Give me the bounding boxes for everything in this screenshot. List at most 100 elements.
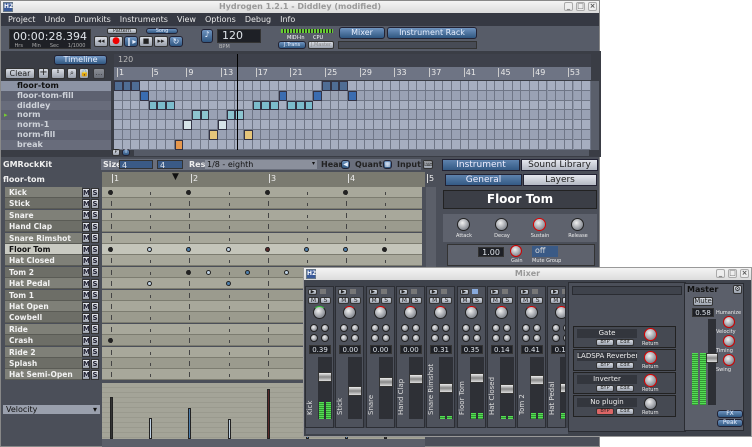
song-cell[interactable] (469, 120, 479, 130)
fx-bypass-button[interactable]: BYP (596, 408, 614, 415)
mute-button[interactable]: M (82, 335, 90, 346)
fx-bypass-button[interactable]: BYP (596, 362, 614, 369)
song-horizontal-scrollbar[interactable] (134, 150, 589, 156)
song-pattern-block[interactable] (174, 139, 184, 150)
song-cell[interactable] (365, 110, 375, 121)
play-sample-button[interactable]: ▶ (398, 289, 408, 295)
solo-button[interactable]: S (320, 297, 331, 304)
volume-fader-handle[interactable] (318, 371, 332, 382)
fx-send-knob[interactable] (381, 324, 390, 332)
draw-mode-button[interactable]: … (93, 68, 105, 79)
song-cell[interactable] (556, 130, 565, 140)
song-cell[interactable] (174, 110, 184, 121)
song-cell[interactable] (452, 81, 461, 91)
fx-send-knob[interactable] (522, 324, 531, 332)
song-cell[interactable] (582, 120, 591, 130)
song-cell[interactable] (348, 110, 357, 121)
zoom-select-icon[interactable]: ⌕ (67, 68, 77, 79)
solo-button[interactable]: S (91, 198, 99, 209)
volume-fader-handle[interactable] (530, 374, 545, 385)
song-cell[interactable] (547, 130, 557, 140)
song-cell[interactable] (252, 130, 262, 140)
instrument-row-hat-closed[interactable]: Hat Closed (5, 255, 82, 267)
song-cell[interactable] (469, 139, 479, 150)
instrument-row-stick[interactable]: Stick (5, 198, 82, 210)
song-pattern-block[interactable] (218, 120, 227, 130)
song-cell[interactable] (148, 110, 158, 121)
song-pattern-block[interactable] (348, 90, 357, 101)
fader-track[interactable] (469, 357, 484, 419)
mixer-horizontal-scrollbar[interactable] (306, 428, 568, 434)
song-cell[interactable] (556, 120, 565, 130)
song-cell[interactable] (356, 139, 366, 150)
note[interactable] (206, 269, 211, 275)
volume-fader-handle[interactable] (560, 383, 566, 393)
solo-button[interactable]: S (91, 210, 99, 221)
fx-send-knob[interactable] (381, 334, 390, 342)
master-fader-area[interactable] (692, 319, 718, 405)
fx-send-knob[interactable] (400, 324, 409, 332)
fx-send-knob[interactable] (340, 324, 349, 332)
tab-general[interactable]: General (445, 174, 522, 186)
solo-button[interactable]: S (91, 290, 99, 301)
song-cell[interactable] (452, 110, 461, 121)
song-cell[interactable] (157, 120, 166, 130)
song-cell[interactable] (374, 139, 383, 150)
song-cell[interactable] (417, 81, 427, 91)
fx-send-knob[interactable] (563, 324, 566, 332)
song-cell[interactable] (434, 130, 444, 140)
song-cell[interactable] (183, 81, 193, 91)
note[interactable] (304, 247, 309, 252)
song-pattern-block[interactable] (252, 100, 262, 111)
song-cell[interactable] (495, 81, 505, 91)
instrument-row-kick[interactable]: Kick (5, 187, 82, 198)
minimize-icon[interactable]: _ (564, 2, 573, 11)
song-cell[interactable] (391, 139, 401, 150)
song-cell[interactable] (218, 130, 227, 140)
song-cell[interactable] (330, 139, 340, 150)
solo-button[interactable]: S (350, 297, 362, 304)
minimize-icon[interactable]: _ (716, 269, 725, 278)
song-cell[interactable] (382, 100, 392, 111)
song-cell[interactable] (287, 130, 297, 140)
song-cell[interactable] (452, 120, 461, 130)
song-cell[interactable] (478, 100, 487, 111)
song-cell[interactable] (486, 120, 496, 130)
song-cell[interactable] (486, 81, 496, 91)
song-cell[interactable] (443, 100, 453, 111)
song-cell[interactable] (313, 81, 323, 91)
song-cell[interactable] (400, 81, 409, 91)
song-cell[interactable] (547, 120, 557, 130)
solo-button[interactable]: S (562, 297, 566, 304)
song-cell[interactable] (460, 100, 470, 111)
fx-send-knob[interactable] (351, 324, 360, 332)
size-denominator-spinbox[interactable]: 4 (157, 160, 183, 170)
song-cell[interactable] (192, 130, 201, 140)
song-cell[interactable] (209, 139, 219, 150)
song-cell[interactable] (504, 120, 513, 130)
song-cell[interactable] (140, 100, 149, 111)
song-cell[interactable] (278, 120, 288, 130)
song-cell[interactable] (521, 100, 531, 111)
solo-button[interactable]: S (441, 297, 453, 304)
song-cell[interactable] (174, 81, 184, 91)
song-cell[interactable] (114, 100, 123, 111)
song-pattern-block[interactable] (166, 100, 175, 111)
song-cell[interactable] (114, 90, 123, 101)
fx-edit-button[interactable]: Edit (616, 385, 634, 392)
song-cell[interactable] (547, 110, 557, 121)
song-cell[interactable] (330, 130, 340, 140)
song-cell[interactable] (408, 100, 418, 111)
song-pattern-break[interactable]: break (1, 139, 111, 150)
close-icon[interactable]: × (740, 269, 749, 278)
song-cell[interactable] (122, 100, 132, 111)
song-cell[interactable] (426, 130, 435, 140)
song-cell[interactable] (530, 130, 539, 140)
song-cell[interactable] (322, 130, 331, 140)
song-cell[interactable] (261, 90, 271, 101)
song-cell[interactable] (131, 110, 140, 121)
song-cell[interactable] (426, 139, 435, 150)
song-cell[interactable] (443, 81, 453, 91)
song-cell[interactable] (538, 139, 548, 150)
song-cell[interactable] (192, 90, 201, 101)
